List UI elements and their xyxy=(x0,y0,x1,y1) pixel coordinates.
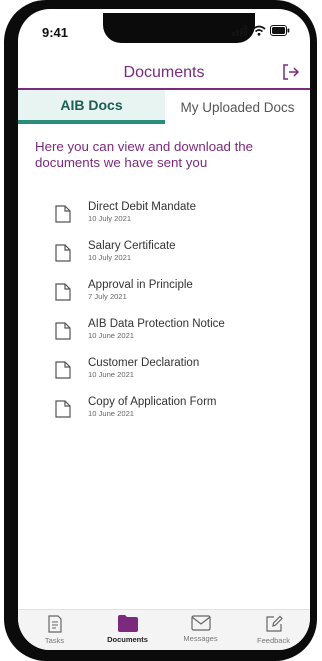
document-date: 10 July 2021 xyxy=(88,214,132,223)
status-time: 9:41 xyxy=(42,25,69,40)
tab-aib-docs[interactable]: AIB Docs xyxy=(18,90,165,124)
page-title: Documents xyxy=(123,64,205,81)
battery-icon xyxy=(270,25,290,36)
nav-documents[interactable]: Documents xyxy=(91,610,164,650)
app-screen: 9:41 Documents AIB Docs My Uploaded Docs… xyxy=(18,9,310,650)
document-name: Direct Debit Mandate xyxy=(88,201,197,213)
document-date: 10 June 2021 xyxy=(88,370,135,379)
folder-icon xyxy=(117,615,138,632)
nav-label: Tasks xyxy=(44,636,65,645)
tab-my-uploaded-docs[interactable]: My Uploaded Docs xyxy=(165,90,310,124)
document-item[interactable]: Approval in Principle 7 July 2021 xyxy=(55,279,295,318)
document-date: 10 June 2021 xyxy=(88,409,135,418)
document-date: 10 June 2021 xyxy=(88,331,135,340)
document-name: Salary Certificate xyxy=(88,240,176,252)
document-icon xyxy=(55,361,71,379)
nav-feedback[interactable]: Feedback xyxy=(237,610,310,650)
status-icons xyxy=(232,25,290,36)
nav-tasks[interactable]: Tasks xyxy=(18,610,91,650)
document-icon xyxy=(55,205,71,223)
document-date: 7 July 2021 xyxy=(88,292,127,301)
bottom-nav: Tasks Documents Messages Feedback xyxy=(18,609,310,650)
document-tabs: AIB Docs My Uploaded Docs xyxy=(18,90,310,124)
document-item[interactable]: Customer Declaration 10 June 2021 xyxy=(55,357,295,396)
nav-label: Documents xyxy=(107,635,148,644)
document-item[interactable]: Copy of Application Form 10 June 2021 xyxy=(55,396,295,435)
document-date: 10 July 2021 xyxy=(88,253,132,262)
document-item[interactable]: Direct Debit Mandate 10 July 2021 xyxy=(55,201,295,240)
document-icon xyxy=(55,400,71,418)
phone-frame: 9:41 Documents AIB Docs My Uploaded Docs… xyxy=(4,0,317,661)
document-icon xyxy=(55,322,71,340)
document-name: Customer Declaration xyxy=(88,357,200,369)
logout-icon[interactable] xyxy=(280,62,300,82)
document-name: Copy of Application Form xyxy=(88,396,217,408)
document-name: Approval in Principle xyxy=(88,279,193,291)
document-list: Direct Debit Mandate 10 July 2021 Salary… xyxy=(55,201,295,435)
document-item[interactable]: Salary Certificate 10 July 2021 xyxy=(55,240,295,279)
document-icon xyxy=(55,283,71,301)
document-icon xyxy=(55,244,71,262)
signal-icon xyxy=(232,25,247,36)
app-header: Documents xyxy=(18,54,310,90)
document-item[interactable]: AIB Data Protection Notice 10 June 2021 xyxy=(55,318,295,357)
feedback-icon xyxy=(265,615,283,632)
nav-messages[interactable]: Messages xyxy=(164,610,237,650)
nav-label: Messages xyxy=(183,634,218,643)
document-name: AIB Data Protection Notice xyxy=(88,318,225,330)
tab-label: AIB Docs xyxy=(60,97,123,113)
wifi-icon xyxy=(252,25,266,36)
envelope-icon xyxy=(190,615,211,631)
tasks-icon xyxy=(47,615,62,633)
tab-label: My Uploaded Docs xyxy=(180,99,295,115)
nav-label: Feedback xyxy=(257,636,290,645)
intro-text: Here you can view and download the docum… xyxy=(35,139,254,170)
